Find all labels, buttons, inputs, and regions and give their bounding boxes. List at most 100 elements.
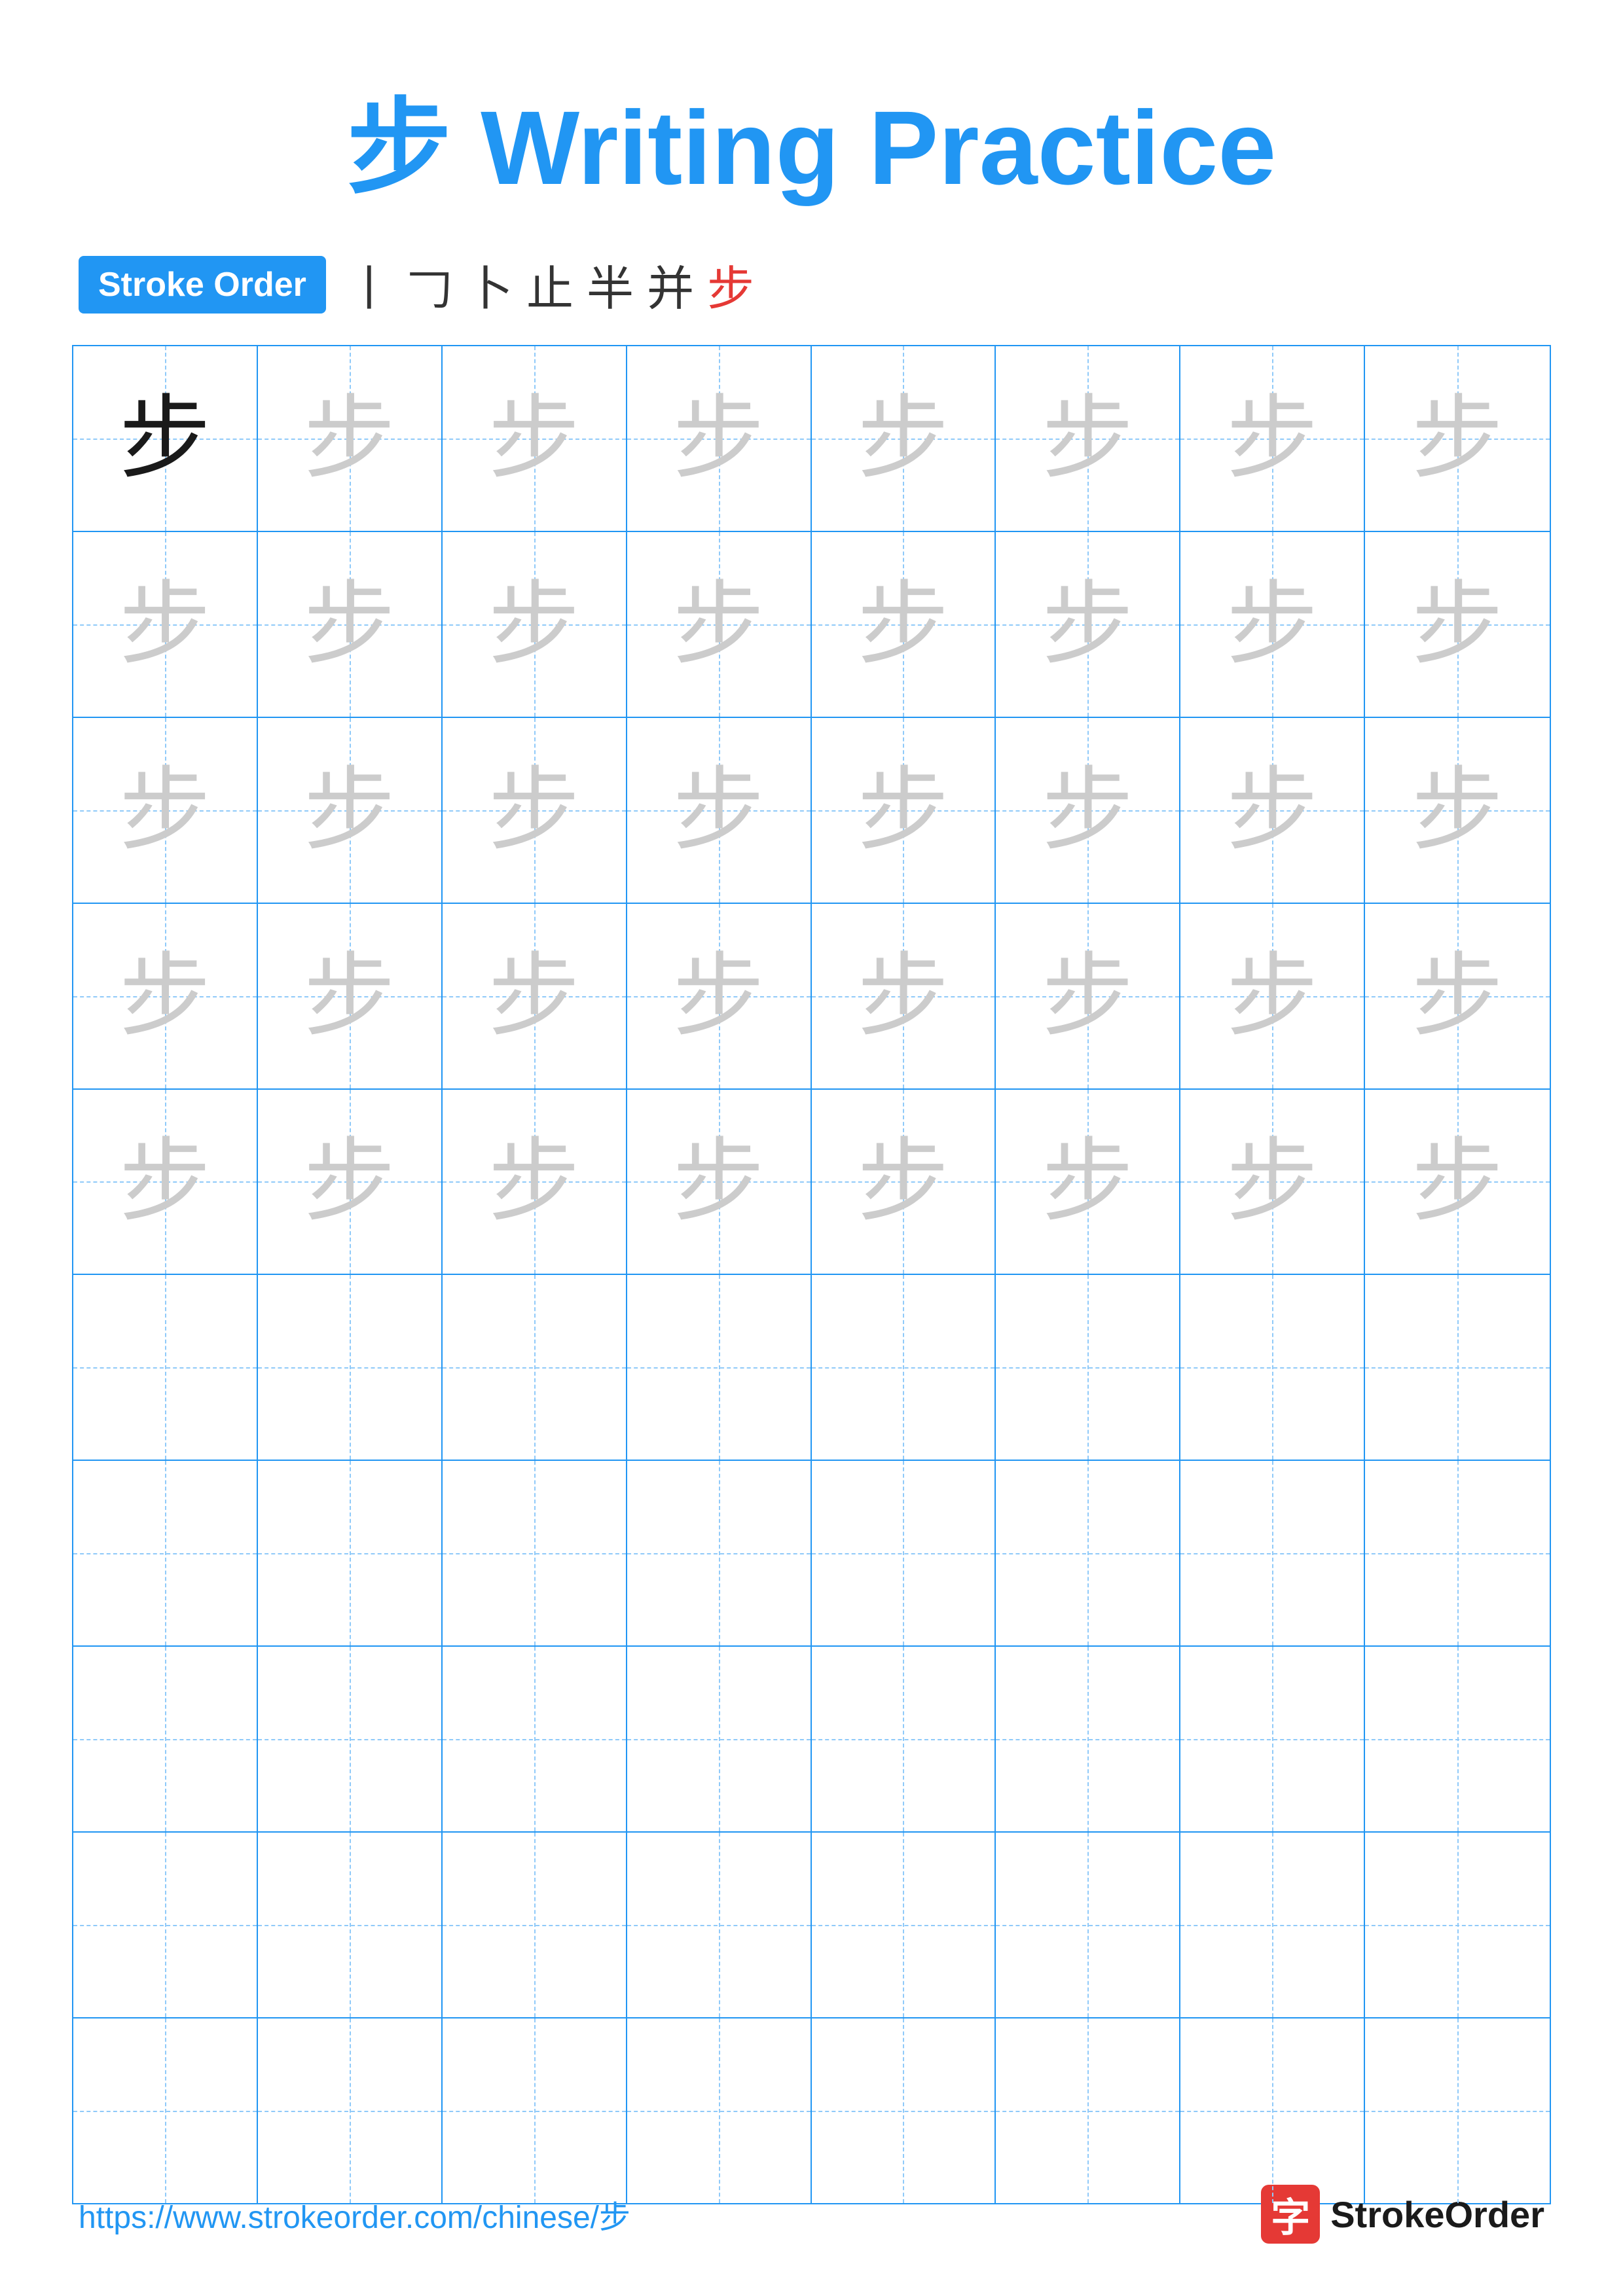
grid-cell[interactable]: 步 bbox=[996, 346, 1180, 531]
char-faded: 步 bbox=[857, 1136, 949, 1227]
grid-cell[interactable] bbox=[73, 2018, 258, 2203]
grid-cell[interactable]: 步 bbox=[627, 532, 812, 717]
grid-row-2: 步 步 步 步 步 步 步 步 bbox=[73, 532, 1550, 718]
grid-cell[interactable]: 步 bbox=[258, 718, 443, 903]
grid-cell[interactable]: 步 bbox=[258, 532, 443, 717]
footer: https://www.strokeorder.com/chinese/步 字 … bbox=[0, 2185, 1623, 2244]
grid-cell[interactable]: 步 bbox=[73, 904, 258, 1088]
grid-row-8 bbox=[73, 1647, 1550, 1833]
grid-cell[interactable] bbox=[627, 1461, 812, 1645]
grid-cell[interactable] bbox=[73, 1461, 258, 1645]
grid-cell[interactable]: 步 bbox=[443, 904, 627, 1088]
grid-cell[interactable] bbox=[73, 1833, 258, 2017]
grid-cell[interactable] bbox=[1365, 1461, 1550, 1645]
grid-cell[interactable]: 步 bbox=[812, 904, 996, 1088]
grid-cell[interactable] bbox=[996, 1275, 1180, 1460]
grid-cell[interactable]: 步 bbox=[1365, 904, 1550, 1088]
grid-cell[interactable] bbox=[258, 1833, 443, 2017]
grid-cell[interactable]: 步 bbox=[1180, 346, 1365, 531]
grid-cell[interactable]: 步 bbox=[73, 1275, 258, 1460]
grid-cell[interactable]: 步 bbox=[1365, 346, 1550, 531]
stroke-2: 𠃌 bbox=[406, 250, 453, 319]
grid-cell[interactable] bbox=[1365, 1647, 1550, 1831]
grid-cell[interactable] bbox=[812, 1275, 996, 1460]
grid-cell[interactable]: 步 bbox=[627, 718, 812, 903]
grid-cell[interactable]: 步 bbox=[258, 1090, 443, 1274]
char-solid: 步 bbox=[119, 393, 211, 484]
grid-cell[interactable] bbox=[1365, 1833, 1550, 2017]
grid-cell[interactable] bbox=[1365, 2018, 1550, 2203]
grid-cell[interactable]: 步 bbox=[627, 904, 812, 1088]
grid-cell[interactable]: 步 bbox=[443, 1090, 627, 1274]
grid-cell[interactable]: 步 bbox=[73, 718, 258, 903]
grid-cell[interactable] bbox=[258, 2018, 443, 2203]
grid-cell[interactable] bbox=[812, 1647, 996, 1831]
grid-cell[interactable] bbox=[73, 1647, 258, 1831]
grid-cell[interactable] bbox=[443, 1275, 627, 1460]
char-faded: 步 bbox=[673, 1136, 765, 1227]
grid-cell[interactable]: 步 bbox=[1365, 718, 1550, 903]
grid-cell[interactable] bbox=[1180, 1461, 1365, 1645]
grid-cell[interactable] bbox=[627, 1275, 812, 1460]
grid-row-3: 步 步 步 步 步 步 步 步 bbox=[73, 718, 1550, 904]
grid-cell[interactable]: 步 bbox=[812, 718, 996, 903]
grid-cell[interactable] bbox=[1365, 1275, 1550, 1460]
grid-cell[interactable] bbox=[1180, 1833, 1365, 2017]
grid-cell[interactable] bbox=[1180, 2018, 1365, 2203]
grid-cell[interactable] bbox=[258, 1647, 443, 1831]
grid-cell[interactable]: 步 bbox=[812, 1090, 996, 1274]
grid-cell[interactable]: 步 bbox=[258, 904, 443, 1088]
grid-cell[interactable]: 步 bbox=[443, 718, 627, 903]
stroke-order-badge: Stroke Order bbox=[79, 256, 326, 314]
grid-cell[interactable]: 步 bbox=[73, 346, 258, 531]
grid-cell[interactable] bbox=[443, 1647, 627, 1831]
grid-cell[interactable] bbox=[443, 1833, 627, 2017]
grid-cell[interactable]: 步 bbox=[73, 1090, 258, 1274]
grid-cell[interactable] bbox=[443, 2018, 627, 2203]
grid-cell[interactable] bbox=[996, 1833, 1180, 2017]
grid-cell[interactable] bbox=[627, 1833, 812, 2017]
grid-cell[interactable]: 步 bbox=[996, 1090, 1180, 1274]
grid-cell[interactable] bbox=[1180, 1275, 1365, 1460]
grid-cell[interactable] bbox=[996, 2018, 1180, 2203]
footer-url[interactable]: https://www.strokeorder.com/chinese/步 bbox=[79, 2191, 630, 2237]
grid-cell[interactable]: 步 bbox=[812, 532, 996, 717]
stroke-order-section: Stroke Order 丨 𠃌 卜 止 半 并 步 bbox=[0, 250, 1623, 319]
grid-cell[interactable]: 步 bbox=[73, 532, 258, 717]
grid-cell[interactable] bbox=[996, 1461, 1180, 1645]
char-faded: 步 bbox=[1412, 950, 1503, 1042]
grid-cell[interactable] bbox=[258, 1275, 443, 1460]
char-faded: 步 bbox=[857, 579, 949, 670]
grid-cell[interactable]: 步 bbox=[1180, 718, 1365, 903]
grid-cell[interactable] bbox=[627, 2018, 812, 2203]
grid-cell[interactable]: 步 bbox=[258, 346, 443, 531]
grid-cell[interactable]: 步 bbox=[1365, 532, 1550, 717]
grid-cell[interactable]: 步 bbox=[443, 532, 627, 717]
grid-cell[interactable] bbox=[812, 1461, 996, 1645]
grid-cell[interactable] bbox=[812, 1833, 996, 2017]
grid-cell[interactable]: 步 bbox=[996, 532, 1180, 717]
grid-row-1: 步 步 步 步 步 步 步 步 bbox=[73, 346, 1550, 532]
grid-cell[interactable]: 步 bbox=[627, 1090, 812, 1274]
title-section: 步 Writing Practice bbox=[0, 0, 1623, 250]
grid-cell[interactable]: 步 bbox=[1180, 532, 1365, 717]
grid-cell[interactable] bbox=[812, 2018, 996, 2203]
grid-cell[interactable]: 步 bbox=[1180, 904, 1365, 1088]
grid-cell[interactable] bbox=[996, 1647, 1180, 1831]
grid-cell[interactable]: 步 bbox=[443, 346, 627, 531]
grid-cell[interactable]: 步 bbox=[996, 718, 1180, 903]
char-faded: 步 bbox=[1042, 1136, 1133, 1227]
practice-grid: 步 步 步 步 步 步 步 步 步 步 步 步 步 步 步 步 步 步 步 步 … bbox=[72, 345, 1551, 2204]
grid-cell[interactable]: 步 bbox=[1365, 1090, 1550, 1274]
char-faded: 步 bbox=[488, 579, 580, 670]
grid-cell[interactable]: 步 bbox=[627, 346, 812, 531]
grid-cell[interactable] bbox=[258, 1461, 443, 1645]
stroke-4: 止 bbox=[526, 250, 574, 319]
char-faded: 步 bbox=[304, 393, 395, 484]
grid-cell[interactable] bbox=[1180, 1647, 1365, 1831]
grid-cell[interactable] bbox=[627, 1647, 812, 1831]
grid-cell[interactable]: 步 bbox=[1180, 1090, 1365, 1274]
grid-cell[interactable]: 步 bbox=[812, 346, 996, 531]
grid-cell[interactable] bbox=[443, 1461, 627, 1645]
grid-cell[interactable]: 步 bbox=[996, 904, 1180, 1088]
